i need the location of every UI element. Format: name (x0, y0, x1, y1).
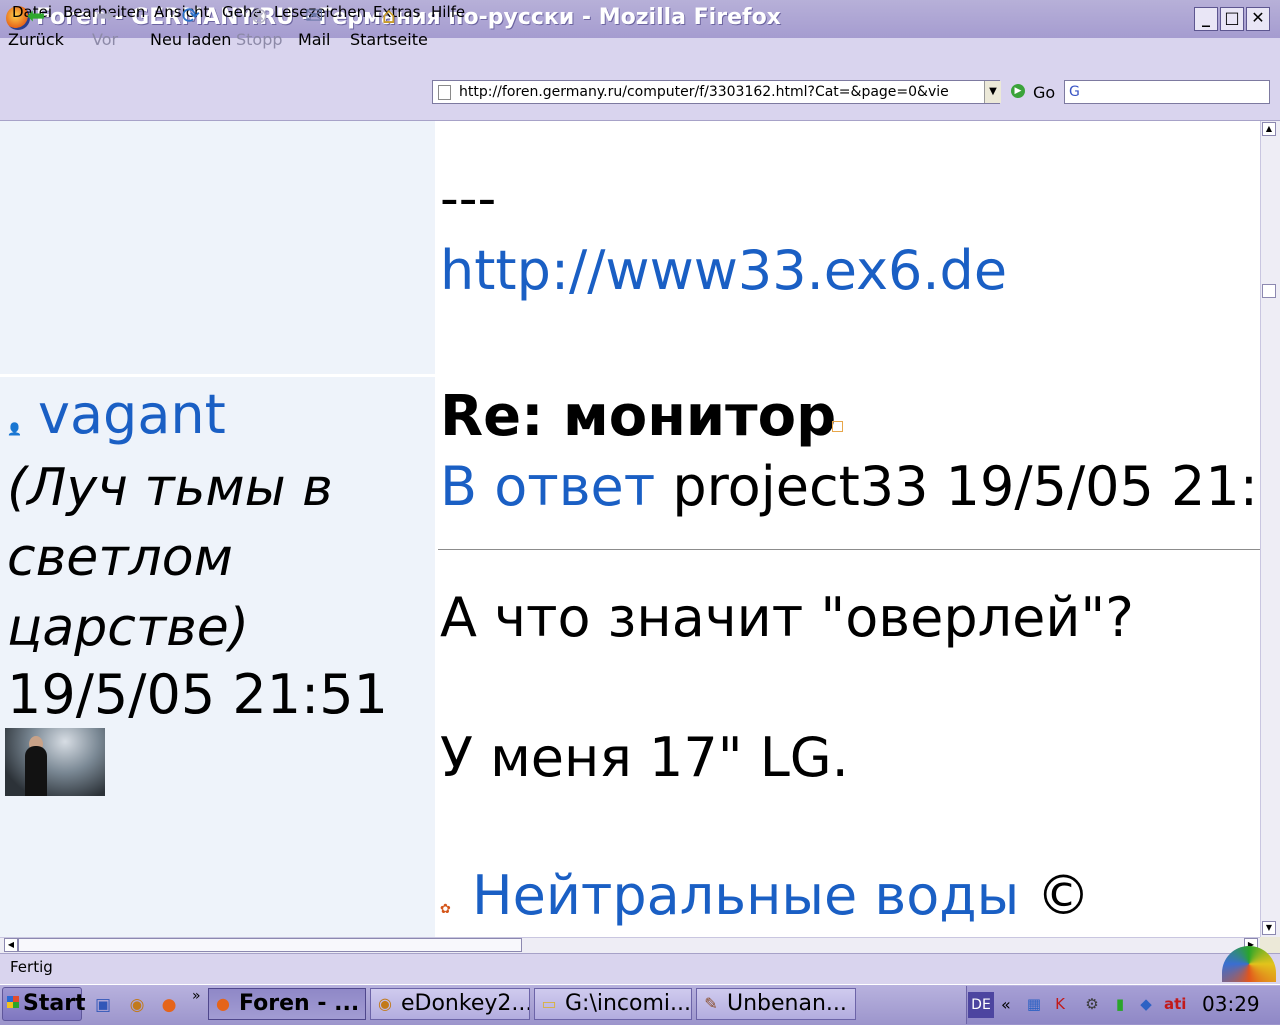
chevron-left-icon: ◀ (7, 940, 15, 949)
signature-link[interactable]: Нейтральные воды (472, 864, 1019, 927)
mail-label: Mail (298, 30, 331, 49)
antivirus-icon[interactable]: K (1050, 993, 1070, 1015)
menu-hilfe[interactable]: Hilfe (431, 3, 465, 21)
language-indicator[interactable]: DE (968, 992, 994, 1018)
page-icon (438, 85, 451, 100)
minimize-button[interactable]: _ (1194, 7, 1218, 31)
reply-info: project33 19/5/05 21:45 (655, 455, 1260, 518)
reply-link[interactable]: В ответ (440, 455, 655, 518)
battery-icon[interactable]: ▮ (1110, 993, 1130, 1015)
stop-icon: ⊗ (250, 4, 269, 29)
tray-expand-icon[interactable]: « (1001, 995, 1011, 1014)
go-button[interactable]: Go (1033, 83, 1055, 102)
home-icon: ⌂ (381, 4, 396, 29)
hardware-icon[interactable]: ⚙ (1082, 993, 1102, 1015)
forward-label: Vor (92, 30, 119, 49)
close-icon: ✕ (1251, 8, 1265, 27)
scroll-up-button[interactable]: ▲ (1262, 122, 1276, 136)
maximize-button[interactable]: □ (1220, 7, 1244, 31)
scroll-left-button[interactable]: ◀ (4, 938, 18, 952)
forward-arrow-icon: ➡ (95, 4, 115, 29)
post-body-line: У меня 17" LG. (440, 726, 849, 789)
vertical-scrollbar[interactable] (1260, 121, 1280, 937)
back-button[interactable]: ⬅ Zurück (8, 4, 64, 49)
go-icon[interactable]: ▶ (1011, 84, 1025, 98)
divider (438, 549, 1260, 550)
signature-separator: --- (440, 169, 497, 229)
show-desktop-icon[interactable]: ▣ (92, 994, 114, 1016)
clock: 03:29 (1202, 992, 1260, 1016)
signature: Нейтральные воды © (472, 864, 1090, 928)
author-name-link[interactable]: vagant (38, 383, 226, 447)
scroll-down-button[interactable]: ▼ (1262, 921, 1276, 935)
minimize-icon: _ (1202, 8, 1210, 27)
post-title: Re: монитор (440, 384, 837, 449)
quicklaunch-chevron-icon[interactable]: » (192, 988, 201, 1004)
avatar (5, 728, 105, 796)
status-text: Fertig (10, 958, 53, 976)
horizontal-scroll-thumb[interactable] (18, 938, 522, 952)
user-icon: 👤 (7, 422, 22, 436)
home-label: Startseite (350, 30, 428, 49)
page-content: --- http://www33.ex6.de 👤 vagant (Луч ть… (0, 121, 1260, 937)
url-dropdown-button[interactable]: ▼ (984, 81, 1001, 103)
network-icon[interactable]: ▦ (1024, 993, 1044, 1015)
home-button[interactable]: ⌂ Startseite (350, 4, 428, 49)
reload-icon: ⟳ (181, 4, 200, 29)
reload-label: Neu laden (150, 30, 232, 49)
post-body-line: А что значит "оверлей"? (440, 586, 1134, 649)
author-column-previous (0, 121, 435, 374)
edonkey-icon: ◉ (378, 994, 392, 1013)
forward-button[interactable]: ➡ Vor (92, 4, 118, 49)
mail-button[interactable]: ✉ Mail (298, 4, 331, 49)
chevron-down-icon: ▼ (1265, 923, 1273, 932)
chevron-up-icon: ▲ (1265, 124, 1273, 133)
close-button[interactable]: ✕ (1246, 7, 1270, 31)
firefox-icon: ● (216, 994, 230, 1013)
author-title: (Луч тьмы в светлом царстве) (7, 458, 333, 658)
windows-logo-icon (7, 996, 19, 1008)
vertical-scroll-thumb[interactable] (1262, 284, 1276, 298)
mail-icon: ✉ (305, 4, 324, 29)
firefox-icon[interactable]: ● (158, 994, 180, 1016)
ati-icon[interactable]: ati (1164, 993, 1186, 1015)
post-status-icon (832, 421, 843, 432)
post-date: 19/5/05 21:51 (7, 663, 388, 726)
paint-icon: ✎ (704, 994, 718, 1013)
stop-button[interactable]: ⊗ Stopp (236, 4, 283, 49)
previous-signature-link[interactable]: http://www33.ex6.de (440, 241, 1007, 301)
avatar-figure (25, 746, 47, 796)
maximize-icon: □ (1224, 8, 1240, 27)
url-input[interactable]: http://foren.germany.ru/computer/f/33031… (432, 80, 1000, 104)
reload-button[interactable]: ⟳ Neu laden (150, 4, 231, 49)
edonkey-icon[interactable]: ◉ (126, 994, 148, 1016)
connection-icon[interactable]: ◆ (1136, 993, 1156, 1015)
signature-suffix: © (1019, 864, 1091, 927)
stop-label: Stopp (236, 30, 283, 49)
back-label: Zurück (8, 30, 64, 49)
search-input[interactable]: G (1064, 80, 1270, 104)
group-icon: ✿ (440, 902, 451, 917)
folder-icon: ▭ (541, 994, 557, 1013)
status-bar (0, 953, 1280, 984)
back-arrow-icon: ⬅ (26, 4, 46, 29)
chevron-down-icon: ▼ (989, 86, 997, 97)
reply-line: В ответ project33 19/5/05 21:45 (440, 455, 1260, 519)
